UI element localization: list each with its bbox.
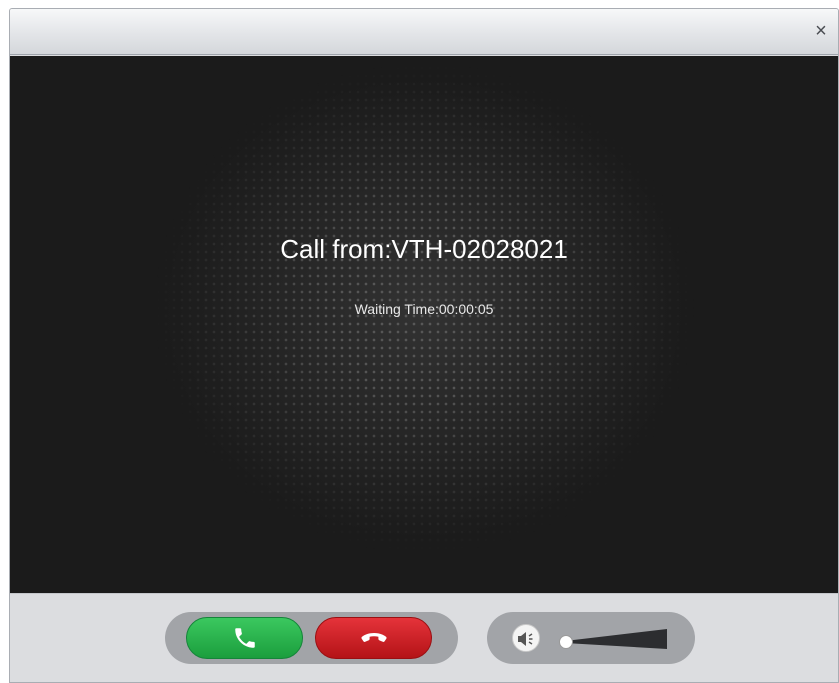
call-buttons-group — [165, 612, 458, 664]
waiting-time-label: Waiting Time:00:00:05 — [354, 301, 494, 317]
answer-button[interactable] — [186, 617, 303, 659]
title-bar: × — [10, 9, 838, 55]
video-area: Call from:VTH-02028021 Waiting Time:00:0… — [10, 56, 838, 593]
phone-answer-icon — [234, 628, 255, 648]
volume-group — [487, 612, 695, 664]
speaker-grille-pattern — [10, 56, 838, 593]
speaker-icon — [518, 632, 533, 646]
caller-label: Call from:VTH-02028021 — [280, 234, 568, 264]
close-button[interactable]: × — [810, 20, 832, 42]
controls-bar — [10, 593, 838, 682]
speaker-button[interactable] — [512, 624, 540, 652]
hangup-button[interactable] — [315, 617, 432, 659]
volume-slider[interactable] — [559, 626, 671, 652]
call-window: × Call from:VTH-02028021 Waiting Time:00… — [9, 8, 839, 683]
volume-track — [565, 629, 667, 649]
phone-hangup-icon — [360, 633, 387, 642]
volume-knob[interactable] — [559, 635, 573, 649]
close-icon: × — [815, 20, 827, 42]
